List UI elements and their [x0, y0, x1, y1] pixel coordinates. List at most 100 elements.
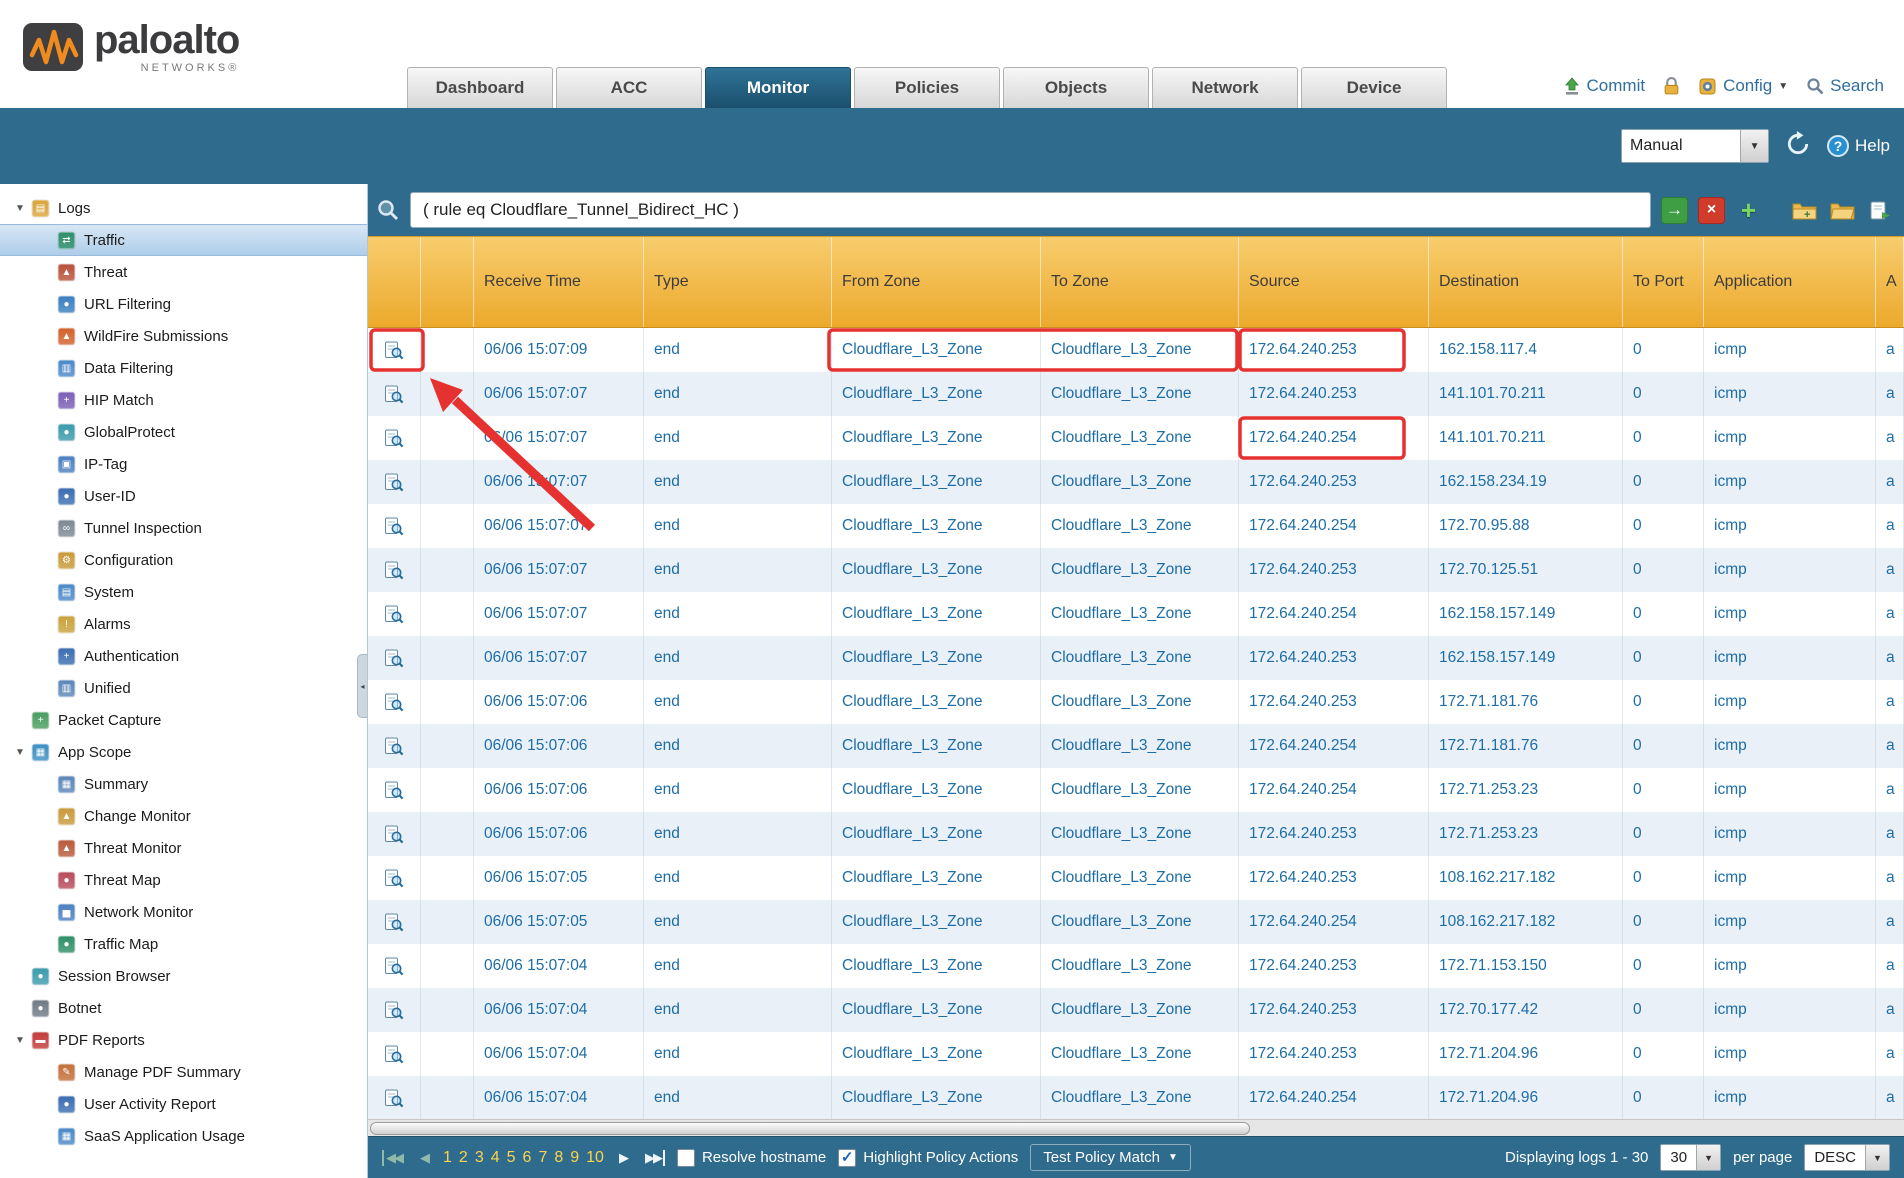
column-header-destination[interactable]: Destination — [1429, 237, 1623, 327]
cell-to-port[interactable]: 0 — [1623, 328, 1704, 372]
cell-application[interactable]: icmp — [1704, 768, 1876, 812]
cell-application[interactable]: icmp — [1704, 328, 1876, 372]
cell-source[interactable]: 172.64.240.254 — [1239, 1076, 1429, 1119]
cell-from-zone[interactable]: Cloudflare_L3_Zone — [832, 416, 1041, 460]
cell-action[interactable]: a — [1876, 460, 1904, 504]
cell-to-port[interactable]: 0 — [1623, 1032, 1704, 1076]
first-page-button[interactable]: ◀◀ — [382, 1150, 405, 1166]
sidebar-item-change-monitor[interactable]: ▲ Change Monitor — [0, 800, 367, 832]
cell-from-zone[interactable]: Cloudflare_L3_Zone — [832, 988, 1041, 1032]
horizontal-scrollbar[interactable] — [368, 1119, 1904, 1136]
sidebar-item-traffic[interactable]: ⇄ Traffic — [0, 224, 367, 256]
chevron-down-icon[interactable]: ▼ — [1696, 1145, 1720, 1170]
log-detail-button[interactable] — [368, 724, 421, 768]
sidebar-item-network-monitor[interactable]: ▅ Network Monitor — [0, 896, 367, 928]
cell-source[interactable]: 172.64.240.254 — [1239, 768, 1429, 812]
cell-to-port[interactable]: 0 — [1623, 900, 1704, 944]
log-detail-button[interactable] — [368, 856, 421, 900]
cell-to-port[interactable]: 0 — [1623, 944, 1704, 988]
cell-to-zone[interactable]: Cloudflare_L3_Zone — [1041, 548, 1239, 592]
cell-destination[interactable]: 172.71.253.23 — [1429, 812, 1623, 856]
cell-action[interactable]: a — [1876, 724, 1904, 768]
last-page-button[interactable]: ▶▶ — [642, 1150, 665, 1166]
cell-source[interactable]: 172.64.240.253 — [1239, 812, 1429, 856]
cell-action[interactable]: a — [1876, 1076, 1904, 1119]
cell-receive-time[interactable]: 06/06 15:07:07 — [474, 504, 644, 548]
cell-to-zone[interactable]: Cloudflare_L3_Zone — [1041, 988, 1239, 1032]
cell-to-port[interactable]: 0 — [1623, 504, 1704, 548]
help-button[interactable]: ? Help — [1827, 135, 1890, 157]
log-detail-button[interactable] — [368, 548, 421, 592]
cell-source[interactable]: 172.64.240.253 — [1239, 856, 1429, 900]
cell-destination[interactable]: 172.70.125.51 — [1429, 548, 1623, 592]
cell-to-zone[interactable]: Cloudflare_L3_Zone — [1041, 900, 1239, 944]
cell-from-zone[interactable]: Cloudflare_L3_Zone — [832, 812, 1041, 856]
cell-from-zone[interactable]: Cloudflare_L3_Zone — [832, 1032, 1041, 1076]
sidebar-item-pdf-reports[interactable]: ▼ ▬ PDF Reports — [0, 1024, 367, 1056]
cell-source[interactable]: 172.64.240.253 — [1239, 944, 1429, 988]
sidebar-item-app-scope[interactable]: ▼ ▦ App Scope — [0, 736, 367, 768]
expander-icon[interactable]: ▼ — [8, 747, 32, 758]
cell-application[interactable]: icmp — [1704, 812, 1876, 856]
cell-type[interactable]: end — [644, 416, 832, 460]
column-header-receive-time[interactable]: Receive Time — [474, 237, 644, 327]
cell-action[interactable]: a — [1876, 592, 1904, 636]
cell-from-zone[interactable]: Cloudflare_L3_Zone — [832, 460, 1041, 504]
apply-filter-button[interactable]: → — [1661, 197, 1688, 224]
cell-from-zone[interactable]: Cloudflare_L3_Zone — [832, 592, 1041, 636]
sidebar-item-tunnel-inspection[interactable]: ∞ Tunnel Inspection — [0, 512, 367, 544]
cell-to-zone[interactable]: Cloudflare_L3_Zone — [1041, 724, 1239, 768]
sidebar-item-summary[interactable]: ▦ Summary — [0, 768, 367, 800]
cell-action[interactable]: a — [1876, 768, 1904, 812]
cell-destination[interactable]: 141.101.70.211 — [1429, 372, 1623, 416]
cell-source[interactable]: 172.64.240.253 — [1239, 988, 1429, 1032]
cell-destination[interactable]: 141.101.70.211 — [1429, 416, 1623, 460]
sidebar-item-saas-application-usage[interactable]: ▦ SaaS Application Usage — [0, 1120, 367, 1152]
column-header-blank[interactable] — [368, 237, 421, 327]
cell-to-port[interactable]: 0 — [1623, 416, 1704, 460]
sidebar-item-logs[interactable]: ▼ ▤ Logs — [0, 192, 367, 224]
sidebar-item-manage-pdf-summary[interactable]: ✎ Manage PDF Summary — [0, 1056, 367, 1088]
cell-application[interactable]: icmp — [1704, 372, 1876, 416]
cell-to-zone[interactable]: Cloudflare_L3_Zone — [1041, 856, 1239, 900]
cell-action[interactable]: a — [1876, 548, 1904, 592]
sidebar-item-alarms[interactable]: ! Alarms — [0, 608, 367, 640]
page-number-5[interactable]: 5 — [507, 1149, 516, 1167]
cell-to-zone[interactable]: Cloudflare_L3_Zone — [1041, 504, 1239, 548]
cell-source[interactable]: 172.64.240.253 — [1239, 636, 1429, 680]
next-page-button[interactable]: ▶ — [616, 1150, 630, 1166]
cell-type[interactable]: end — [644, 548, 832, 592]
cell-application[interactable]: icmp — [1704, 724, 1876, 768]
cell-type[interactable]: end — [644, 592, 832, 636]
test-policy-match-button[interactable]: Test Policy Match ▼ — [1030, 1144, 1191, 1171]
cell-to-port[interactable]: 0 — [1623, 812, 1704, 856]
sidebar-item-configuration[interactable]: ⚙ Configuration — [0, 544, 367, 576]
sidebar-item-user-activity-report[interactable]: ● User Activity Report — [0, 1088, 367, 1120]
sidebar-item-botnet[interactable]: ● Botnet — [0, 992, 367, 1024]
cell-type[interactable]: end — [644, 988, 832, 1032]
config-button[interactable]: Config ▼ — [1698, 76, 1788, 96]
cell-type[interactable]: end — [644, 680, 832, 724]
cell-to-zone[interactable]: Cloudflare_L3_Zone — [1041, 416, 1239, 460]
add-filter-button[interactable]: + — [1735, 197, 1762, 224]
cell-source[interactable]: 172.64.240.254 — [1239, 724, 1429, 768]
column-header-blank[interactable] — [421, 237, 474, 327]
cell-to-port[interactable]: 0 — [1623, 768, 1704, 812]
sidebar-item-system[interactable]: ▤ System — [0, 576, 367, 608]
cell-action[interactable]: a — [1876, 636, 1904, 680]
tab-network[interactable]: Network — [1152, 67, 1298, 108]
column-header-to-port[interactable]: To Port — [1623, 237, 1704, 327]
cell-type[interactable]: end — [644, 1076, 832, 1119]
tab-acc[interactable]: ACC — [556, 67, 702, 108]
cell-to-port[interactable]: 0 — [1623, 1076, 1704, 1119]
cell-application[interactable]: icmp — [1704, 504, 1876, 548]
log-detail-button[interactable] — [368, 416, 421, 460]
cell-action[interactable]: a — [1876, 504, 1904, 548]
cell-type[interactable]: end — [644, 372, 832, 416]
log-detail-button[interactable] — [368, 988, 421, 1032]
sidebar-item-packet-capture[interactable]: + Packet Capture — [0, 704, 367, 736]
cell-application[interactable]: icmp — [1704, 944, 1876, 988]
tab-objects[interactable]: Objects — [1003, 67, 1149, 108]
log-detail-button[interactable] — [368, 592, 421, 636]
log-detail-button[interactable] — [368, 504, 421, 548]
